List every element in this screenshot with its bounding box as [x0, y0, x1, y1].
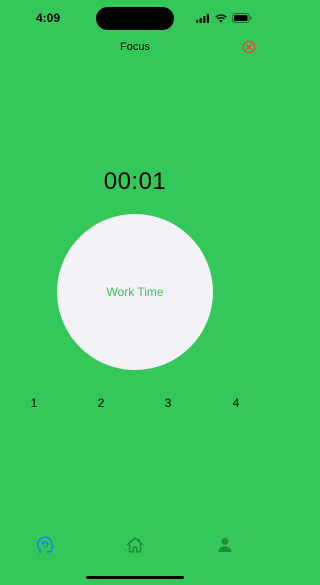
- timer-mode-label: Work Time: [106, 285, 164, 299]
- session-number-4: 4: [232, 396, 240, 410]
- home-icon: [126, 537, 144, 553]
- status-icons: [196, 11, 252, 25]
- timer-display: 00:01: [103, 168, 167, 195]
- session-number-2: 2: [97, 396, 105, 410]
- battery-icon: [232, 13, 252, 23]
- timer-circle-button[interactable]: Work Time: [57, 214, 213, 370]
- person-icon: [218, 538, 232, 552]
- dynamic-island: [96, 7, 174, 30]
- close-button[interactable]: [242, 40, 256, 54]
- tab-profile[interactable]: [214, 534, 236, 556]
- signal-icon: [196, 13, 209, 23]
- session-number-1: 1: [30, 396, 38, 410]
- brain-head-icon: [37, 536, 54, 554]
- tab-focus[interactable]: [34, 534, 56, 556]
- session-number-3: 3: [164, 396, 172, 410]
- status-time: 4:09: [36, 11, 61, 25]
- tab-home[interactable]: [124, 534, 146, 556]
- close-circle-icon: [242, 40, 256, 54]
- page-title: Focus: [120, 41, 150, 53]
- home-indicator[interactable]: [86, 576, 184, 579]
- wifi-icon: [215, 13, 227, 23]
